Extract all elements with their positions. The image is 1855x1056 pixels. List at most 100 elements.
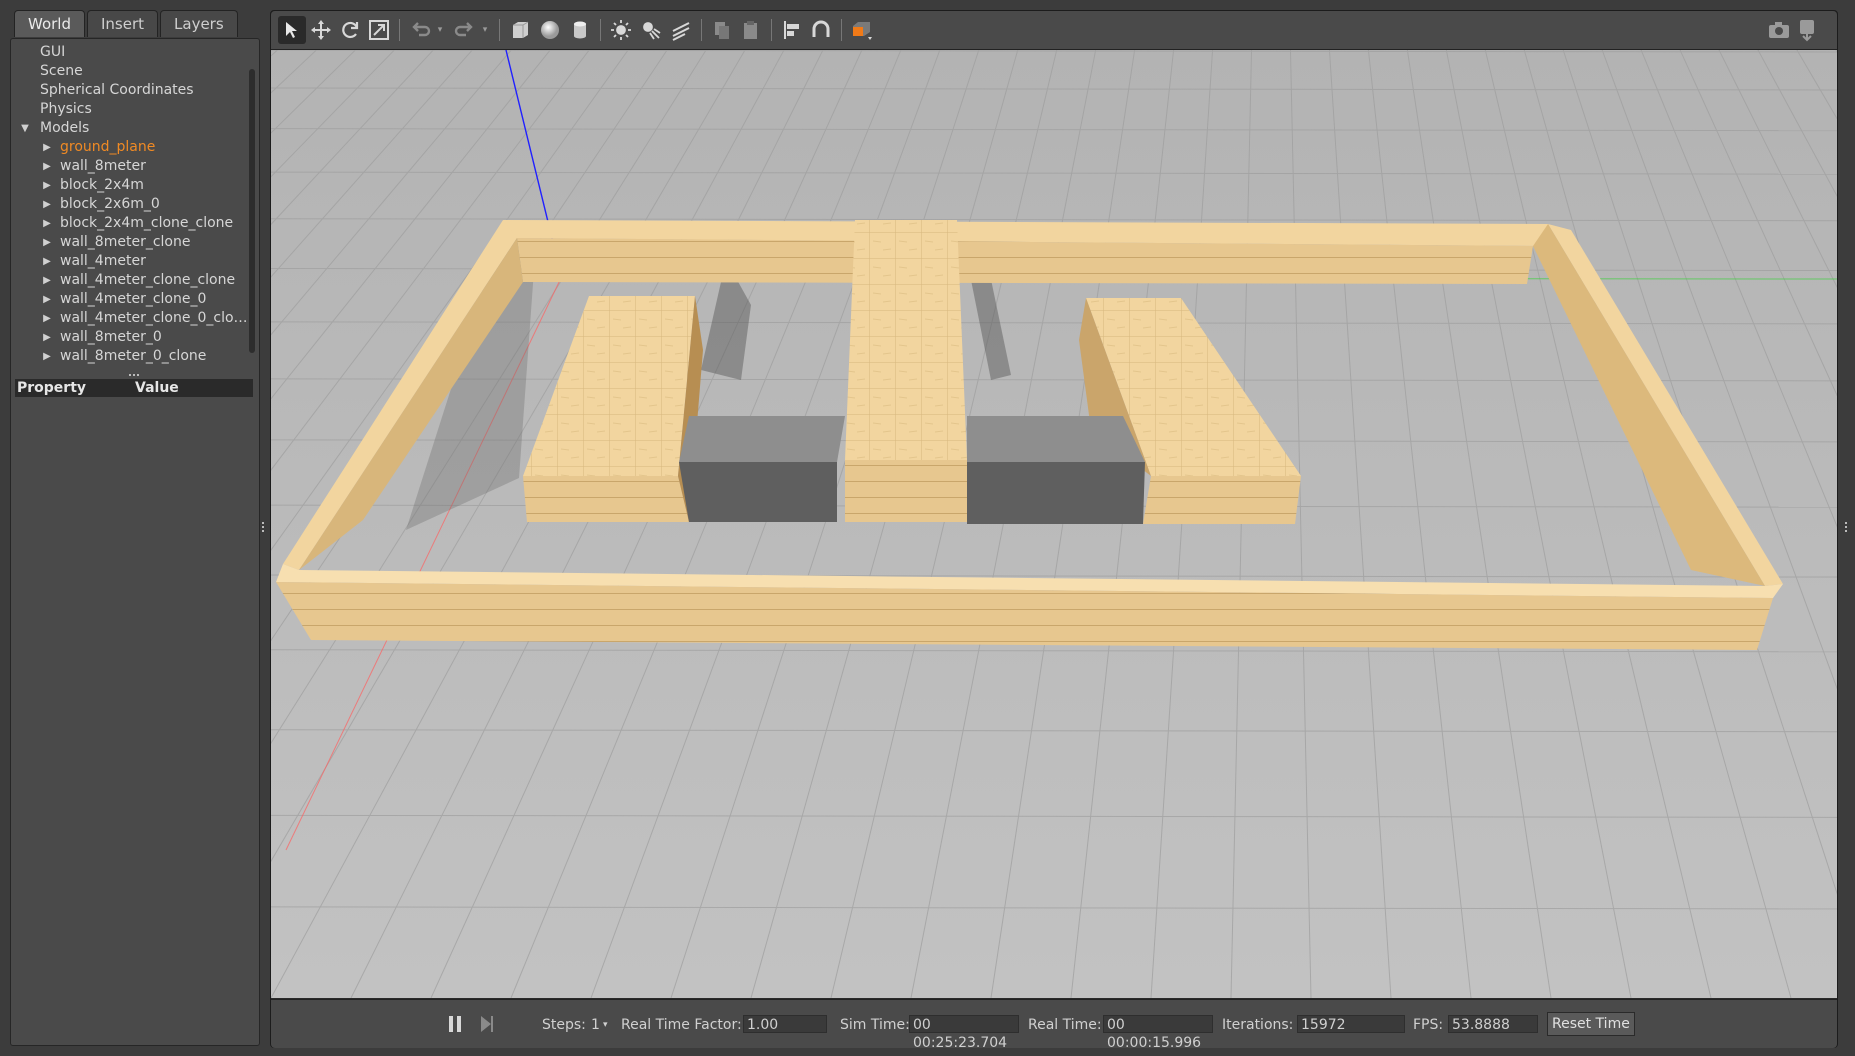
status-bar: Steps: 1 ▾ Real Time Factor: 1.00 Sim Ti… [271,999,1837,1051]
translate-icon[interactable] [307,16,335,44]
tree-item-model[interactable]: ▶ wall_4meter_clone_clone [11,271,250,290]
paste-icon[interactable] [737,16,765,44]
snap-icon[interactable] [807,16,835,44]
tree-item-model[interactable]: ▶ wall_4meter_clone_0 [11,290,250,309]
tree-item-model[interactable]: ▶ wall_8meter_0_clone [11,347,250,366]
collapsed-arrow-icon[interactable]: ▶ [41,271,53,290]
collapsed-arrow-icon[interactable]: ▶ [41,157,53,176]
box-shape-icon[interactable] [506,16,534,44]
tree-item-label: wall_8meter_0_clone [60,348,207,364]
toolbar-separator [499,19,500,41]
expanded-arrow-icon[interactable]: ▼ [19,119,31,138]
cylinder-shape-icon[interactable] [566,16,594,44]
tree-item-label: ground_plane [60,139,156,155]
tree-item-model[interactable]: ▶ wall_8meter [11,157,250,176]
tree-item-label: Physics [40,101,92,117]
screenshot-icon[interactable] [1765,16,1793,44]
steps-value[interactable]: 1 [591,1016,600,1034]
rtf-field: 1.00 [743,1015,827,1033]
tree-item-model[interactable]: ▶ block_2x4m [11,176,250,195]
tree-item-label: GUI [40,44,66,60]
block-2x6m-front [845,460,967,522]
toolbar-separator [771,19,772,41]
select-arrow-icon[interactable] [278,16,306,44]
step-icon[interactable] [473,1010,501,1038]
toolbar-separator [701,19,702,41]
property-table-header: Property Value [15,379,253,397]
3d-viewport[interactable] [271,50,1837,998]
redo-icon[interactable] [451,16,479,44]
collapsed-arrow-icon[interactable]: ▶ [41,347,53,366]
tab-world[interactable]: World [14,10,85,37]
tree-item-label: wall_8meter_clone [60,234,191,250]
redo-dropdown-icon[interactable]: ▾ [480,25,490,35]
tree-item-label: block_2x4m [60,177,144,193]
tree-item-model[interactable]: ▶ wall_8meter_clone [11,233,250,252]
tree-item-models[interactable]: ▼ Models [11,119,251,138]
tree-item-model[interactable]: ▶ block_2x4m_clone_clone [11,214,250,233]
tree-item-model[interactable]: ▶ block_2x6m_0 [11,195,250,214]
left-panel-splitter[interactable] [262,522,268,532]
world-tree-panel: GUI Scene Spherical Coordinates Physics … [10,38,260,1046]
real-time-field: 00 00:00:15.996 [1103,1015,1213,1051]
log-icon[interactable] [1794,16,1822,44]
tree-item-model[interactable]: ▶ wall_4meter_clone_0_clone [11,309,250,328]
undo-dropdown-icon[interactable]: ▾ [435,25,445,35]
tree-item-label: wall_8meter [60,158,146,174]
collapsed-arrow-icon[interactable]: ▶ [41,252,53,271]
collapsed-arrow-icon[interactable]: ▶ [41,233,53,252]
iterations-label: Iterations: [1222,1017,1294,1033]
pause-icon[interactable] [441,1010,469,1038]
tab-insert[interactable]: Insert [87,10,159,37]
tree-item-scene[interactable]: Scene [11,62,251,81]
fps-field: 53.8888 [1448,1015,1538,1033]
tree-item-label: block_2x4m_clone_clone [60,215,234,231]
copy-icon[interactable] [708,16,736,44]
tree-item-physics[interactable]: Physics [11,100,251,119]
fps-label: FPS: [1413,1017,1444,1033]
collapsed-arrow-icon[interactable]: ▶ [41,214,53,233]
tree-item-spherical-coordinates[interactable]: Spherical Coordinates [11,81,251,100]
sphere-shape-icon[interactable] [536,16,564,44]
undo-icon[interactable] [406,16,434,44]
left-panel-tabs: World Insert Layers [14,10,240,37]
property-column-header: Property [17,380,87,396]
rtf-label: Real Time Factor: [621,1017,742,1033]
right-panel-splitter[interactable] [1845,522,1851,532]
block-2x4m-front [523,476,689,522]
tree-item-label: Scene [40,63,83,79]
scene-render[interactable] [271,50,1837,998]
tree-item-label: Models [40,120,90,136]
tree-item-model[interactable]: ▶ wall_8meter_0 [11,328,250,347]
left-panel: World Insert Layers GUI Scene Spherical … [0,0,270,1056]
collapsed-arrow-icon[interactable]: ▶ [41,195,53,214]
tree-item-label: wall_8meter_0 [60,329,162,345]
wall-back-inner [517,238,1533,284]
tab-layers[interactable]: Layers [160,10,238,37]
collapsed-arrow-icon[interactable]: ▶ [41,138,53,157]
collapsed-arrow-icon[interactable]: ▶ [41,290,53,309]
directional-light-icon[interactable] [667,16,695,44]
tree-item-label: wall_4meter_clone_0_clone [60,310,250,326]
sim-time-label: Sim Time: [840,1017,910,1033]
tree-scrollbar[interactable] [249,69,255,353]
reset-time-button[interactable]: Reset Time [1547,1012,1635,1036]
toolbar: ▾ ▾ [271,11,1837,50]
tree-item-gui[interactable]: GUI [11,43,251,62]
collapsed-arrow-icon[interactable]: ▶ [41,309,53,328]
point-light-icon[interactable] [607,16,635,44]
collapsed-arrow-icon[interactable]: ▶ [41,176,53,195]
rotate-icon[interactable] [336,16,364,44]
scale-icon[interactable] [365,16,393,44]
gray-block-right-front [967,462,1145,524]
tree-item-model[interactable]: ▶ ground_plane [11,138,250,157]
align-icon[interactable] [778,16,806,44]
toolbar-separator [600,19,601,41]
view-angle-icon[interactable] [848,16,876,44]
tree-item-model[interactable]: ▶ wall_4meter [11,252,250,271]
spot-light-icon[interactable] [637,16,665,44]
steps-dropdown-icon[interactable]: ▾ [603,1016,608,1034]
collapsed-arrow-icon[interactable]: ▶ [41,328,53,347]
tree-item-label: wall_4meter [60,253,146,269]
real-time-label: Real Time: [1028,1017,1102,1033]
